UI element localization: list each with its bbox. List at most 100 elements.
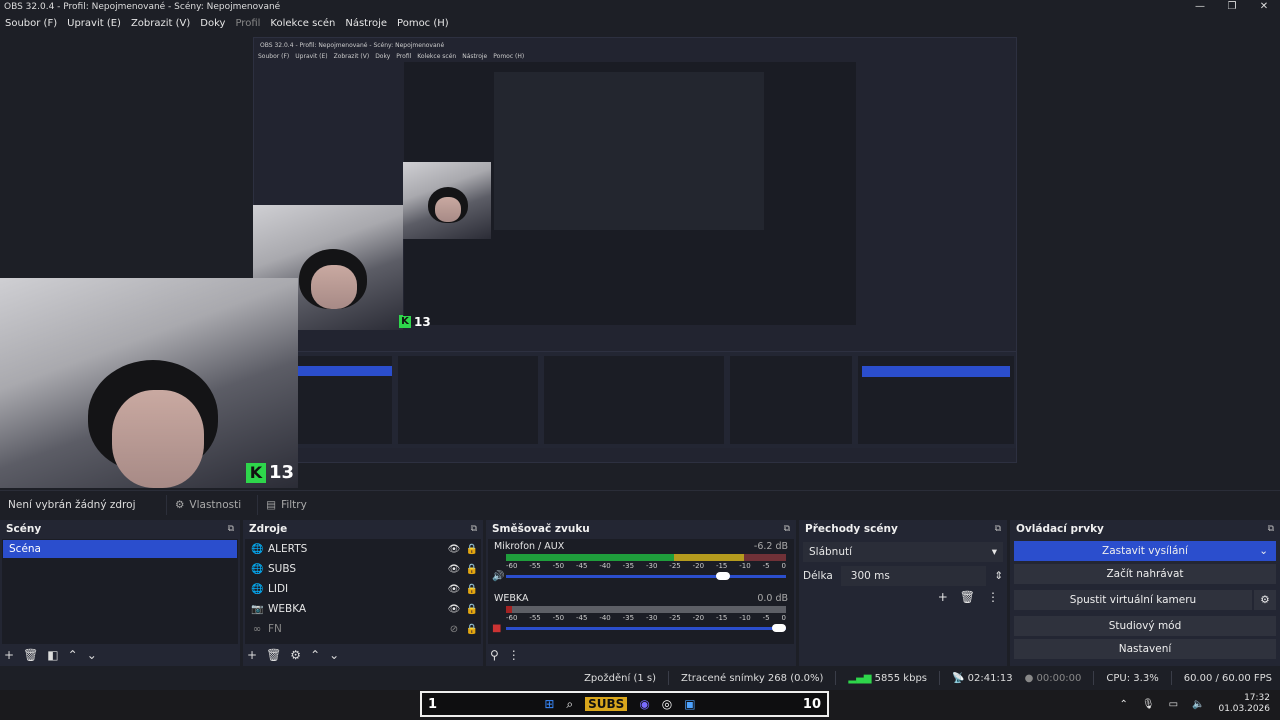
trash-icon[interactable]: 🗑 bbox=[266, 648, 281, 662]
obs-icon[interactable]: ◎ bbox=[662, 697, 672, 711]
subs-app-icon[interactable]: SUBS bbox=[585, 697, 628, 711]
lock-icon[interactable]: 🔒 bbox=[463, 564, 481, 575]
preview-canvas[interactable]: OBS 32.0.4 - Profil: Nepojmenované - Scé… bbox=[0, 33, 1280, 488]
settings-button[interactable]: Nastavení bbox=[1014, 639, 1276, 659]
tick: -25 bbox=[669, 614, 681, 622]
spinner-icon[interactable]: ⇕ bbox=[994, 570, 1003, 582]
menu-file[interactable]: Soubor (F) bbox=[0, 18, 62, 29]
trash-icon[interactable]: 🗑 bbox=[960, 590, 975, 604]
search-icon[interactable]: ⌕ bbox=[566, 697, 573, 712]
menu-docks[interactable]: Doky bbox=[195, 18, 230, 29]
popout-icon[interactable]: ⧉ bbox=[471, 524, 477, 534]
start-recording-button[interactable]: Začít nahrávat bbox=[1014, 564, 1276, 584]
stream-time: 02:41:13 bbox=[967, 672, 1013, 684]
taskbar-icons: ⊞ ⌕ SUBS ◉ ◎ ▣ bbox=[544, 697, 696, 712]
chevron-down-icon[interactable]: ⌄ bbox=[87, 648, 97, 662]
clock[interactable]: 17:32 01.03.2026 bbox=[1218, 693, 1270, 715]
sources-dock: Zdroje ⧉ 🌐 ALERTS 👁 🔒 🌐 SUBS 👁 🔒 🌐 LIDI … bbox=[243, 520, 483, 666]
duration-input[interactable]: 300 ms bbox=[840, 566, 987, 586]
clock-time: 17:32 bbox=[1244, 693, 1270, 703]
nested-status-bar bbox=[254, 450, 1016, 462]
source-item-alerts[interactable]: 🌐 ALERTS 👁 🔒 bbox=[245, 539, 481, 559]
sources-dock-header: Zdroje ⧉ bbox=[243, 520, 483, 538]
lock-icon[interactable]: 🔒 bbox=[463, 624, 481, 635]
source-item-fn[interactable]: ∞ FN ⊘ 🔒 bbox=[245, 619, 481, 639]
popout-icon[interactable]: ⧉ bbox=[228, 524, 234, 534]
menu-help[interactable]: Pomoc (H) bbox=[392, 18, 454, 29]
chevron-down-icon[interactable]: ⌄ bbox=[329, 648, 339, 662]
counter-badge-large: K 13 bbox=[246, 462, 294, 483]
lock-icon[interactable]: 🔒 bbox=[463, 584, 481, 595]
eye-icon[interactable]: 👁 bbox=[445, 564, 463, 575]
duration-label: Délka bbox=[803, 570, 833, 582]
microphone-icon[interactable]: 🎙 bbox=[1142, 699, 1155, 710]
maximize-button[interactable]: ❐ bbox=[1216, 0, 1248, 14]
menu-tools[interactable]: Nástroje bbox=[340, 18, 392, 29]
popout-icon[interactable]: ⧉ bbox=[784, 524, 790, 534]
speaker-icon[interactable]: 🔊 bbox=[492, 571, 504, 582]
chevron-up-icon[interactable]: ⌃ bbox=[310, 648, 320, 662]
slider-knob[interactable] bbox=[772, 624, 786, 632]
menu-profile[interactable]: Profil bbox=[230, 18, 265, 29]
stop-stream-button[interactable]: Zastavit vysílání ⌄ bbox=[1014, 541, 1276, 561]
separator bbox=[668, 671, 669, 685]
app-icon[interactable]: ▣ bbox=[684, 697, 695, 711]
more-icon[interactable]: ⋮ bbox=[987, 590, 999, 604]
volume-slider[interactable] bbox=[506, 572, 786, 580]
source-item-webka[interactable]: 📷 WEBKA 👁 🔒 bbox=[245, 599, 481, 619]
nested-window-title: OBS 32.0.4 - Profil: Nepojmenované - Scé… bbox=[260, 42, 445, 49]
properties-button[interactable]: ⚙ Vlastnosti bbox=[166, 495, 249, 515]
menu-view[interactable]: Zobrazit (V) bbox=[126, 18, 195, 29]
virtual-cam-settings-button[interactable]: ⚙ bbox=[1254, 590, 1276, 610]
volume-icon[interactable]: 🔈 bbox=[1192, 699, 1204, 710]
popout-icon[interactable]: ⧉ bbox=[995, 524, 1001, 534]
transition-select[interactable]: Slábnutí ▾ bbox=[803, 542, 1003, 562]
stream-icon: 📡 bbox=[952, 672, 965, 684]
tick: -45 bbox=[575, 614, 588, 622]
gear-icon[interactable]: ⚙ bbox=[290, 648, 301, 662]
tick: -50 bbox=[552, 614, 565, 622]
chevron-up-icon[interactable]: ⌃ bbox=[68, 648, 78, 662]
eye-hidden-icon[interactable]: ⊘ bbox=[445, 624, 463, 635]
slider-knob[interactable] bbox=[716, 572, 730, 580]
mixer-body: Mikrofon / AUX -6.2 dB -60 -55 -50 -45 -40 -3… bbox=[488, 539, 794, 644]
add-icon[interactable]: + bbox=[4, 648, 14, 662]
virtual-cam-row: Spustit virtuální kameru ⚙ bbox=[1010, 587, 1280, 613]
trash-icon[interactable]: 🗑 bbox=[23, 648, 38, 662]
link-icon[interactable]: ⚲ bbox=[490, 648, 499, 662]
muted-speaker-icon[interactable]: ■ bbox=[492, 623, 501, 634]
chevron-down-icon[interactable]: ⌄ bbox=[1259, 545, 1268, 557]
lock-icon[interactable]: 🔒 bbox=[463, 544, 481, 555]
scene-filter-icon[interactable]: ◧ bbox=[47, 648, 58, 662]
discord-icon[interactable]: ◉ bbox=[639, 697, 649, 711]
studio-mode-label: Studiový mód bbox=[1108, 620, 1182, 632]
popout-icon[interactable]: ⧉ bbox=[1268, 524, 1274, 534]
menu-scene-collection[interactable]: Kolekce scén bbox=[265, 18, 340, 29]
minimize-button[interactable]: — bbox=[1184, 0, 1216, 14]
chevron-up-icon[interactable]: ⌃ bbox=[1119, 699, 1127, 710]
volume-slider[interactable] bbox=[506, 624, 786, 632]
filters-button[interactable]: ▤ Filtry bbox=[257, 495, 315, 515]
more-icon[interactable]: ⋮ bbox=[508, 648, 520, 662]
source-item-lidi[interactable]: 🌐 LIDI 👁 🔒 bbox=[245, 579, 481, 599]
mixer-title: Směšovač zvuku bbox=[492, 523, 590, 535]
lock-icon[interactable]: 🔒 bbox=[463, 604, 481, 615]
source-item-subs[interactable]: 🌐 SUBS 👁 🔒 bbox=[245, 559, 481, 579]
scene-item[interactable]: Scéna bbox=[3, 540, 237, 558]
window-title: OBS 32.0.4 - Profil: Nepojmenované - Scé… bbox=[4, 2, 281, 12]
windows-start-icon[interactable]: ⊞ bbox=[544, 697, 554, 711]
virtual-cam-button[interactable]: Spustit virtuální kameru bbox=[1014, 590, 1252, 610]
network-icon[interactable]: ▭ bbox=[1169, 699, 1178, 710]
add-icon[interactable]: + bbox=[938, 590, 948, 604]
eye-icon[interactable]: 👁 bbox=[445, 604, 463, 615]
source-name: FN bbox=[268, 623, 282, 635]
close-button[interactable]: ✕ bbox=[1248, 0, 1280, 14]
rec-time-group: ● 00:00:00 bbox=[1025, 673, 1082, 684]
add-icon[interactable]: + bbox=[247, 648, 257, 662]
eye-icon[interactable]: 👁 bbox=[445, 544, 463, 555]
tick: -15 bbox=[715, 562, 728, 570]
menu-edit[interactable]: Upravit (E) bbox=[62, 18, 126, 29]
studio-mode-button[interactable]: Studiový mód bbox=[1014, 616, 1276, 636]
rec-time: 00:00:00 bbox=[1036, 672, 1082, 684]
eye-icon[interactable]: 👁 bbox=[445, 584, 463, 595]
